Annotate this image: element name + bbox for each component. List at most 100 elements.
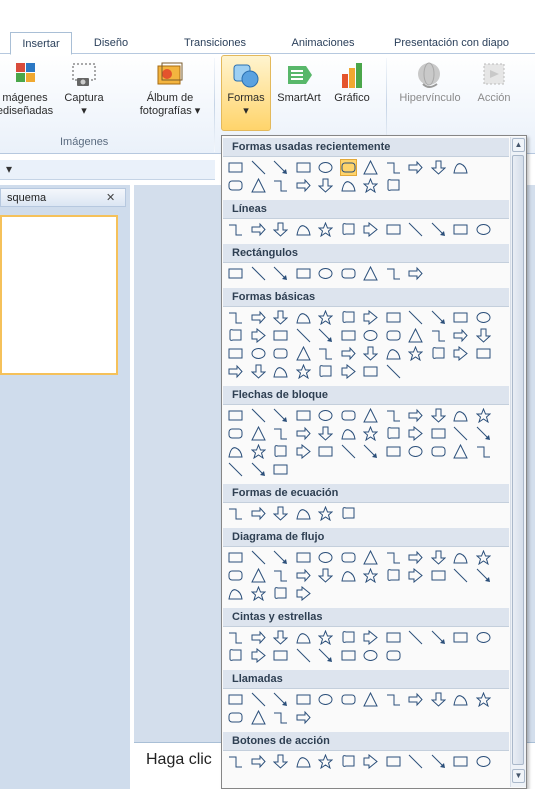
shape-item[interactable] [475,549,491,566]
shape-item[interactable] [317,221,334,238]
shape-item[interactable] [476,754,491,769]
shape-item[interactable] [273,346,288,361]
shape-item[interactable] [296,692,311,707]
shape-item[interactable] [340,426,356,441]
shape-item[interactable] [386,568,401,583]
shape-item[interactable] [228,692,243,707]
shape-item[interactable] [250,177,266,193]
shape-item[interactable] [317,629,334,646]
shape-item[interactable] [251,327,266,344]
shape-item[interactable] [251,692,266,707]
shape-item[interactable] [339,159,357,176]
shape-item[interactable] [251,346,266,361]
shape-item[interactable] [295,222,311,237]
shape-item[interactable] [251,222,266,237]
shape-item[interactable] [363,753,378,770]
shape-item[interactable] [296,160,311,175]
shape-item[interactable] [341,346,356,361]
close-icon[interactable]: ✕ [106,191,115,204]
shape-item[interactable] [250,443,266,460]
shape-item[interactable] [251,160,266,175]
shape-item[interactable] [431,630,446,645]
shape-item[interactable] [431,444,446,459]
shape-item[interactable] [386,630,401,645]
shape-item[interactable] [318,266,333,281]
shape-item[interactable] [386,222,401,237]
shape-item[interactable] [363,364,378,379]
shape-item[interactable] [273,426,288,441]
shape-item[interactable] [273,710,288,725]
shape-item[interactable] [408,630,423,645]
shape-item[interactable] [228,568,243,583]
shape-item[interactable] [453,692,468,707]
shape-item[interactable] [272,630,289,645]
shape-item[interactable] [273,648,288,663]
shape-item[interactable] [363,159,378,175]
shape-item[interactable] [295,310,311,325]
shape-item[interactable] [296,710,311,725]
shape-item[interactable] [317,505,334,522]
shape-item[interactable] [228,408,243,423]
shape-item[interactable] [295,630,311,645]
shape-item[interactable] [363,328,378,343]
shape-item[interactable] [318,550,333,565]
shape-item[interactable] [475,407,491,424]
shape-item[interactable] [476,310,491,325]
shape-item[interactable] [341,648,356,663]
shape-item[interactable] [386,426,401,441]
shape-item[interactable] [272,506,289,521]
shape-item[interactable] [408,222,423,237]
shape-item[interactable] [453,345,468,362]
shape-item[interactable] [476,426,491,441]
shape-item[interactable] [251,462,266,477]
shape-item[interactable] [251,506,266,521]
shape-item[interactable] [273,328,288,343]
qat-customize-icon[interactable]: ▾ [6,162,12,176]
shape-item[interactable] [273,586,288,601]
shape-item[interactable] [340,568,356,583]
shape-item[interactable] [341,222,356,237]
shape-item[interactable] [386,550,401,565]
shape-item[interactable] [250,425,266,441]
chart-button[interactable]: Gráfico [327,60,377,105]
shape-item[interactable] [250,567,266,583]
shape-item[interactable] [363,691,378,707]
shape-item[interactable] [296,585,311,602]
shape-item[interactable] [453,328,468,343]
shape-item[interactable] [408,160,423,175]
shape-item[interactable] [363,407,378,423]
shape-item[interactable] [476,568,491,583]
shape-item[interactable] [340,178,356,193]
shape-item[interactable] [453,408,468,423]
shape-item[interactable] [363,309,378,326]
shape-item[interactable] [318,692,333,707]
tab-transiciones[interactable]: Transiciones [170,32,260,55]
shape-item[interactable] [296,426,311,441]
outline-tab[interactable]: squema ✕ [0,188,126,207]
shape-item[interactable] [295,754,311,769]
shape-item[interactable] [362,177,379,194]
shape-item[interactable] [476,630,491,645]
shape-item[interactable] [408,550,423,565]
shape-item[interactable] [476,222,491,237]
shape-item[interactable] [386,692,401,707]
shape-item[interactable] [362,567,379,584]
shape-item[interactable] [386,364,401,379]
shape-item[interactable] [228,648,243,663]
shape-item[interactable] [341,550,356,565]
hyperlink-button[interactable]: Hipervínculo [398,60,462,105]
shape-item[interactable] [363,549,378,565]
shape-item[interactable] [407,345,424,362]
shape-item[interactable] [386,648,401,663]
scroll-down-icon[interactable]: ▼ [512,769,525,783]
shape-item[interactable] [228,310,243,325]
shape-item[interactable] [362,425,379,442]
clipart-button[interactable]: mágenes ediseñadas [0,60,56,118]
shape-item[interactable] [318,364,333,379]
slide-thumbnail[interactable] [0,215,118,375]
shape-item[interactable] [408,692,423,707]
shape-item[interactable] [453,568,468,583]
shape-item[interactable] [296,178,311,193]
shape-item[interactable] [251,754,266,769]
scroll-up-icon[interactable]: ▲ [512,138,525,152]
